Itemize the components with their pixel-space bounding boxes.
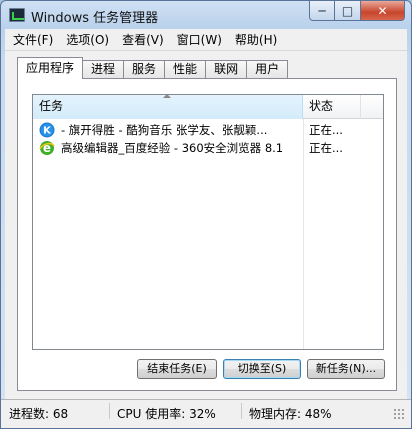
tab-applications[interactable]: 应用程序 <box>17 57 84 79</box>
menu-window[interactable]: 窗口(W) <box>169 31 227 48</box>
menu-options[interactable]: 选项(O) <box>58 31 114 48</box>
switch-to-button[interactable]: 切换至(S) <box>223 359 301 379</box>
sort-up-icon <box>163 95 171 98</box>
list-item[interactable]: K - 旗开得胜 - 酷狗音乐 张学友、张靓颖... 正在... <box>33 121 383 139</box>
list-header: 任务 状态 <box>33 95 383 119</box>
column-header-task[interactable]: 任务 <box>33 95 303 119</box>
minimize-button[interactable]: ─ <box>309 1 335 21</box>
status-separator <box>241 403 242 419</box>
close-button[interactable]: ✕ <box>361 1 405 21</box>
tab-strip: 应用程序 进程 服务 性能 联网 用户 <box>17 57 289 79</box>
caption-buttons: ─ □ ✕ <box>309 1 405 21</box>
menu-view[interactable]: 查看(V) <box>114 31 169 48</box>
close-icon: ✕ <box>377 3 388 18</box>
task-name: - 旗开得胜 - 酷狗音乐 张学友、张靓颖... <box>61 123 268 137</box>
kugou-music-icon: K <box>39 122 55 138</box>
tab-performance[interactable]: 性能 <box>165 60 207 79</box>
window-title: Windows 任务管理器 <box>31 11 159 26</box>
menu-file[interactable]: 文件(F) <box>5 31 58 48</box>
tab-users[interactable]: 用户 <box>247 60 289 79</box>
task-status: 正在... <box>309 123 343 137</box>
tab-services[interactable]: 服务 <box>124 60 166 79</box>
applications-panel: 任务 状态 K - 旗开得胜 - 酷狗音乐 张学友、张靓颖... 正在... e… <box>17 78 397 391</box>
status-bar: 进程数: 68 CPU 使用率: 32% 物理内存: 48% <box>1 399 411 428</box>
tab-processes[interactable]: 进程 <box>83 60 125 79</box>
cpu-usage: CPU 使用率: 32% <box>117 407 216 421</box>
maximize-icon: □ <box>341 3 354 18</box>
task-list[interactable]: 任务 状态 K - 旗开得胜 - 酷狗音乐 张学友、张靓颖... 正在... e… <box>32 94 384 350</box>
tab-networking[interactable]: 联网 <box>206 60 248 79</box>
title-bar[interactable]: Windows 任务管理器 ─ □ ✕ <box>1 1 411 29</box>
menu-bar: 文件(F) 选项(O) 查看(V) 窗口(W) 帮助(H) <box>5 29 407 51</box>
status-separator <box>109 403 110 419</box>
new-task-button[interactable]: 新任务(N)... <box>307 359 385 379</box>
task-status: 正在... <box>309 141 343 155</box>
360-browser-icon: e <box>39 141 55 155</box>
physical-memory: 物理内存: 48% <box>249 407 332 421</box>
svg-text:K: K <box>43 126 52 137</box>
menu-help[interactable]: 帮助(H) <box>227 31 282 48</box>
resize-grip-icon[interactable] <box>393 408 405 420</box>
process-count: 进程数: 68 <box>9 407 69 421</box>
task-manager-icon <box>9 8 25 22</box>
minimize-icon: ─ <box>318 3 326 18</box>
task-name: 高级编辑器_百度经验 - 360安全浏览器 8.1 <box>61 141 284 155</box>
end-task-button[interactable]: 结束任务(E) <box>137 359 217 379</box>
client-area: 应用程序 进程 服务 性能 联网 用户 任务 状态 K - 旗开得胜 - 酷狗音… <box>5 51 407 399</box>
column-header-status[interactable]: 状态 <box>303 95 361 119</box>
task-manager-window: Windows 任务管理器 ─ □ ✕ 文件(F) 选项(O) 查看(V) 窗口… <box>0 0 412 429</box>
list-item[interactable]: e 高级编辑器_百度经验 - 360安全浏览器 8.1 正在... <box>33 139 383 157</box>
maximize-button[interactable]: □ <box>335 1 361 21</box>
